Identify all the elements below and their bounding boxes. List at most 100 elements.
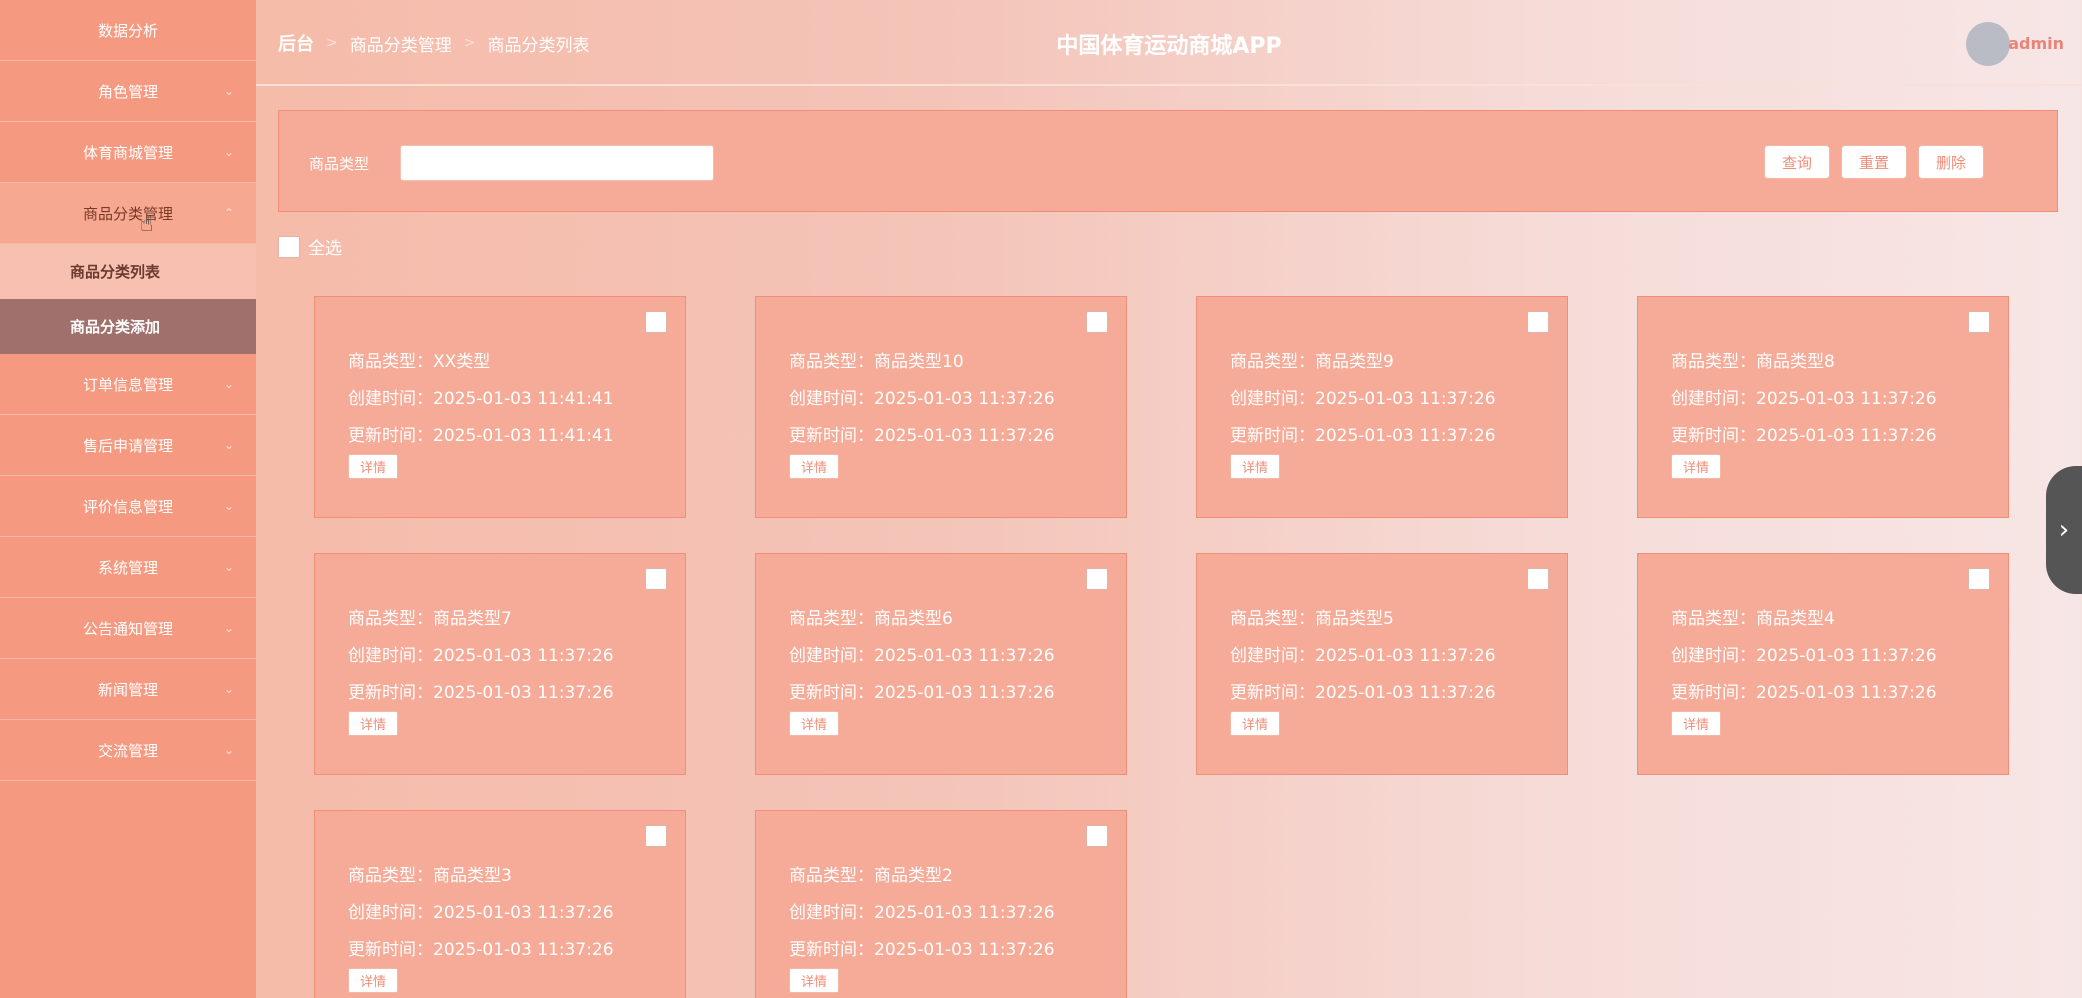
chevron-right-icon: › xyxy=(2058,515,2070,545)
query-button[interactable]: 查询 xyxy=(1764,145,1830,179)
card-updated-time: 更新时间：2025-01-03 11:41:41 xyxy=(348,426,614,446)
detail-button[interactable]: 详情 xyxy=(348,454,398,479)
card-type: 商品类型：商品类型9 xyxy=(1230,352,1394,372)
side-panel-toggle[interactable]: › xyxy=(2046,466,2082,594)
card-updated-time: 更新时间：2025-01-03 11:37:26 xyxy=(348,940,614,960)
category-card: 商品类型：商品类型9 创建时间：2025-01-03 11:37:26 更新时间：2… xyxy=(1196,296,1568,518)
card-type: 商品类型：商品类型6 xyxy=(789,609,953,629)
card-checkbox[interactable] xyxy=(1527,311,1549,333)
avatar[interactable] xyxy=(1966,22,2010,66)
detail-button[interactable]: 详情 xyxy=(789,968,839,993)
card-type: 商品类型：商品类型8 xyxy=(1671,352,1835,372)
sidebar-item-sports-mall[interactable]: 体育商城管理 ⌄ xyxy=(0,122,256,183)
sidebar-subitem-category-add[interactable]: 商品分类添加 xyxy=(0,299,256,354)
sidebar-subitem-label: 商品分类添加 xyxy=(70,318,161,336)
card-checkbox[interactable] xyxy=(1086,311,1108,333)
detail-button[interactable]: 详情 xyxy=(1671,711,1721,736)
card-updated-time: 更新时间：2025-01-03 11:37:26 xyxy=(789,940,1055,960)
card-created-time: 创建时间：2025-01-03 11:41:41 xyxy=(348,389,614,409)
chevron-down-icon: ⌄ xyxy=(223,682,234,696)
chevron-down-icon: ⌄ xyxy=(223,743,234,757)
sidebar-item-orders[interactable]: 订单信息管理 ⌄ xyxy=(0,354,256,415)
chevron-down-icon: ⌄ xyxy=(223,560,234,574)
page-title: 中国体育运动商城APP xyxy=(1056,34,1282,59)
chevron-down-icon: ⌄ xyxy=(223,621,234,635)
detail-button[interactable]: 详情 xyxy=(789,454,839,479)
sidebar-item-forum[interactable]: 交流管理 ⌄ xyxy=(0,720,256,781)
card-updated-time: 更新时间：2025-01-03 11:37:26 xyxy=(348,683,614,703)
select-all[interactable]: 全选 xyxy=(278,234,342,259)
card-created-time: 创建时间：2025-01-03 11:37:26 xyxy=(348,903,614,923)
card-checkbox[interactable] xyxy=(1968,311,1990,333)
category-card: 商品类型：商品类型7 创建时间：2025-01-03 11:37:26 更新时间：2… xyxy=(314,553,686,775)
card-checkbox[interactable] xyxy=(1086,825,1108,847)
card-checkbox[interactable] xyxy=(1086,568,1108,590)
card-created-time: 创建时间：2025-01-03 11:37:26 xyxy=(348,646,614,666)
sidebar-item-label: 新闻管理 xyxy=(97,680,158,699)
sidebar-item-label: 交流管理 xyxy=(97,741,158,760)
sidebar: 数据分析 角色管理 ⌄ 体育商城管理 ⌄ 商品分类管理 ⌃ 商品分类列表 商品分类添加… xyxy=(0,0,256,998)
card-checkbox[interactable] xyxy=(1968,568,1990,590)
category-card: 商品类型：商品类型5 创建时间：2025-01-03 11:37:26 更新时间：2… xyxy=(1196,553,1568,775)
delete-button[interactable]: 删除 xyxy=(1918,145,1984,179)
chevron-down-icon: ⌄ xyxy=(223,84,234,98)
category-card: 商品类型：商品类型6 创建时间：2025-01-03 11:37:26 更新时间：2… xyxy=(755,553,1127,775)
chevron-down-icon: ⌄ xyxy=(223,377,234,391)
card-checkbox[interactable] xyxy=(645,311,667,333)
card-checkbox[interactable] xyxy=(645,568,667,590)
card-type: 商品类型：商品类型4 xyxy=(1671,609,1835,629)
card-created-time: 创建时间：2025-01-03 11:37:26 xyxy=(1671,389,1937,409)
select-all-checkbox[interactable] xyxy=(278,235,300,258)
sidebar-item-reviews[interactable]: 评价信息管理 ⌄ xyxy=(0,476,256,537)
hand-cursor-icon: ☝ xyxy=(140,212,154,237)
sidebar-item-after-sales[interactable]: 售后申请管理 ⌄ xyxy=(0,415,256,476)
category-card: 商品类型：商品类型2 创建时间：2025-01-03 11:37:26 更新时间：2… xyxy=(755,810,1127,998)
card-type: 商品类型：商品类型7 xyxy=(348,609,512,629)
top-header: 后台 > 商品分类管理 > 商品分类列表 中国体育运动商城APP admin xyxy=(256,0,2082,86)
sidebar-item-label: 商品分类管理 xyxy=(82,204,173,223)
card-updated-time: 更新时间：2025-01-03 11:37:26 xyxy=(1230,426,1496,446)
card-created-time: 创建时间：2025-01-03 11:37:26 xyxy=(789,646,1055,666)
sidebar-item-category-management[interactable]: 商品分类管理 ⌃ xyxy=(0,183,256,244)
sidebar-item-announcements[interactable]: 公告通知管理 ⌄ xyxy=(0,598,256,659)
sidebar-item-label: 数据分析 xyxy=(97,21,158,40)
card-type: 商品类型：商品类型3 xyxy=(348,866,512,886)
card-created-time: 创建时间：2025-01-03 11:37:26 xyxy=(789,389,1055,409)
card-updated-time: 更新时间：2025-01-03 11:37:26 xyxy=(789,426,1055,446)
detail-button[interactable]: 详情 xyxy=(348,968,398,993)
sidebar-subitem-category-list[interactable]: 商品分类列表 xyxy=(0,244,256,299)
detail-button[interactable]: 详情 xyxy=(1230,711,1280,736)
chevron-down-icon: ⌄ xyxy=(223,499,234,513)
detail-button[interactable]: 详情 xyxy=(789,711,839,736)
card-created-time: 创建时间：2025-01-03 11:37:26 xyxy=(1230,389,1496,409)
sidebar-item-system[interactable]: 系统管理 ⌄ xyxy=(0,537,256,598)
chevron-up-icon: ⌃ xyxy=(223,206,234,220)
card-type: 商品类型：商品类型5 xyxy=(1230,609,1394,629)
detail-button[interactable]: 详情 xyxy=(1671,454,1721,479)
sidebar-item-news[interactable]: 新闻管理 ⌄ xyxy=(0,659,256,720)
sidebar-item-label: 公告通知管理 xyxy=(82,619,173,638)
chevron-down-icon: ⌄ xyxy=(223,438,234,452)
card-type: 商品类型：XX类型 xyxy=(348,352,491,372)
reset-button[interactable]: 重置 xyxy=(1841,145,1907,179)
card-created-time: 创建时间：2025-01-03 11:37:26 xyxy=(1671,646,1937,666)
category-card: 商品类型：商品类型3 创建时间：2025-01-03 11:37:26 更新时间：2… xyxy=(314,810,686,998)
sidebar-item-data-analysis[interactable]: 数据分析 xyxy=(0,0,256,61)
card-created-time: 创建时间：2025-01-03 11:37:26 xyxy=(1230,646,1496,666)
category-card: 商品类型：商品类型10 创建时间：2025-01-03 11:37:26 更新时间：… xyxy=(755,296,1127,518)
card-type: 商品类型：商品类型10 xyxy=(789,352,964,372)
card-updated-time: 更新时间：2025-01-03 11:37:26 xyxy=(789,683,1055,703)
sidebar-item-label: 体育商城管理 xyxy=(82,143,173,162)
detail-button[interactable]: 详情 xyxy=(1230,454,1280,479)
category-card: 商品类型：XX类型创建时间：2025-01-03 11:41:41 更新时间：20… xyxy=(314,296,686,518)
sidebar-item-roles[interactable]: 角色管理 ⌄ xyxy=(0,61,256,122)
search-label: 商品类型 xyxy=(309,155,370,173)
card-updated-time: 更新时间：2025-01-03 11:37:26 xyxy=(1230,683,1496,703)
card-checkbox[interactable] xyxy=(1527,568,1549,590)
detail-button[interactable]: 详情 xyxy=(348,711,398,736)
card-type: 商品类型：商品类型2 xyxy=(789,866,953,886)
search-input[interactable] xyxy=(400,145,714,181)
card-checkbox[interactable] xyxy=(645,825,667,847)
card-updated-time: 更新时间：2025-01-03 11:37:26 xyxy=(1671,683,1937,703)
username[interactable]: admin xyxy=(2008,34,2064,53)
